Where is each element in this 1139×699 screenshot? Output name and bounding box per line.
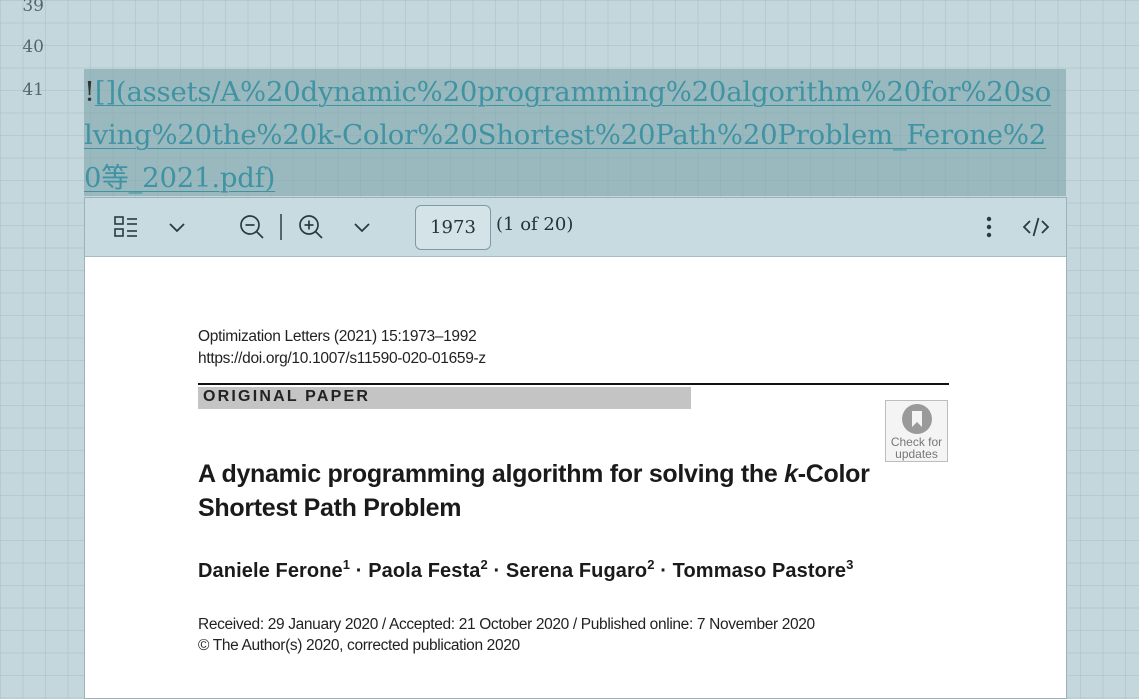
copyright-line: © The Author(s) 2020, corrected publicat…	[198, 637, 520, 654]
paper-title: A dynamic programming algorithm for solv…	[198, 460, 870, 522]
zoom-options-chevron-down-icon[interactable]	[347, 212, 377, 242]
pdf-viewer: 1973 (1 of 20) Optimization Letters (202…	[84, 197, 1067, 699]
author-name: Paola Festa	[368, 560, 481, 582]
more-vertical-icon[interactable]	[974, 212, 1004, 242]
page-count-label: (1 of 20)	[496, 214, 574, 235]
line-number-39: 39	[22, 0, 44, 16]
received-dates: Received: 29 January 2020 / Accepted: 21…	[198, 616, 815, 633]
image-prefix: !	[84, 76, 95, 108]
link-path[interactable]: [](assets/A%20dynamic%20programming%20al…	[84, 76, 1051, 194]
header-rule	[198, 383, 949, 385]
author-name: Daniele Ferone	[198, 560, 343, 582]
toolbar-separator	[280, 214, 282, 240]
author-name: Tommaso Pastore	[672, 560, 847, 582]
chevron-down-icon[interactable]	[162, 212, 192, 242]
bookmark-icon	[902, 404, 932, 434]
author-name: Serena Fugaro	[505, 560, 648, 582]
pdf-page: Optimization Letters (2021) 15:1973–1992…	[85, 257, 1066, 698]
check-for-updates-badge[interactable]: Check for updates	[885, 400, 948, 462]
article-type-label: ORIGINAL PAPER	[203, 388, 371, 405]
pdf-toolbar: 1973 (1 of 20)	[85, 198, 1066, 257]
doi-link[interactable]: https://doi.org/10.1007/s11590-020-01659…	[198, 350, 486, 368]
page-number-input[interactable]: 1973	[415, 205, 491, 250]
zoom-in-icon[interactable]	[296, 212, 326, 242]
author-list: Daniele Ferone1 · Paola Festa2 · Serena …	[198, 557, 854, 582]
journal-citation: Optimization Letters (2021) 15:1973–1992	[198, 328, 477, 345]
line-number-40: 40	[22, 37, 44, 57]
code-view-icon[interactable]	[1021, 212, 1051, 242]
sidebar-toggle-icon[interactable]	[111, 212, 141, 242]
markdown-image-link[interactable]: ![](assets/A%20dynamic%20programming%20a…	[84, 71, 1059, 200]
line-number-41: 41	[22, 80, 44, 100]
zoom-out-icon[interactable]	[237, 212, 267, 242]
